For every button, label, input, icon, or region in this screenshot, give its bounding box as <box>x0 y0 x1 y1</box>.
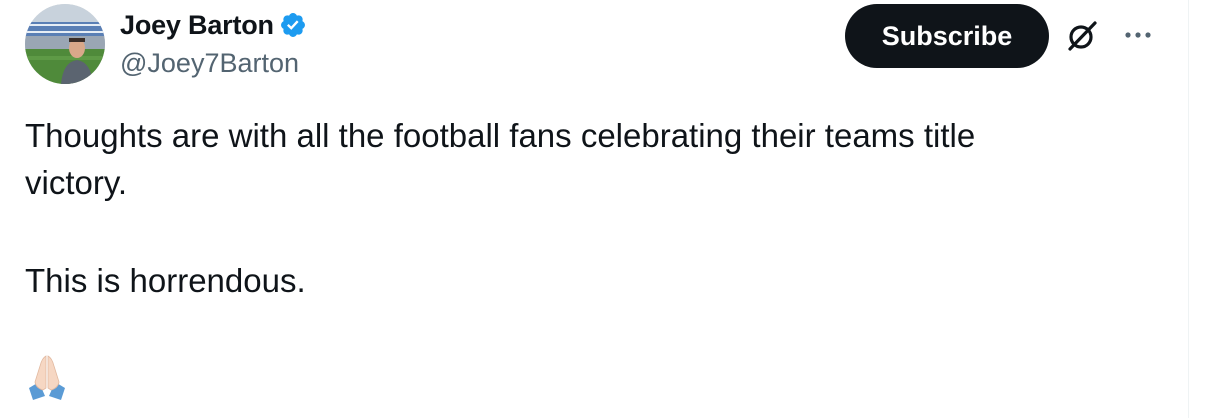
avatar[interactable] <box>25 4 105 84</box>
tweet-card: Joey Barton @Joey7Barton Subscribe Thoug… <box>0 0 1189 418</box>
column-divider <box>1188 0 1189 418</box>
tweet-text-line-2: victory. <box>25 164 128 201</box>
verified-badge-icon[interactable] <box>279 11 307 39</box>
tweet-text: Thoughts are with all the football fans … <box>25 112 1155 206</box>
subscribe-button[interactable]: Subscribe <box>845 4 1049 68</box>
avatar-photo <box>25 4 105 84</box>
author-name-row: Joey Barton <box>120 8 307 42</box>
folded-hands-icon <box>25 352 69 402</box>
grok-icon[interactable] <box>1064 18 1100 54</box>
more-options-icon[interactable] <box>1120 18 1156 54</box>
author-display-name[interactable]: Joey Barton <box>120 8 274 42</box>
tweet-text-line-1: Thoughts are with all the football fans … <box>25 117 976 154</box>
author-handle[interactable]: @Joey7Barton <box>120 46 299 80</box>
tweet-text-paragraph-2: This is horrendous. <box>25 262 306 299</box>
